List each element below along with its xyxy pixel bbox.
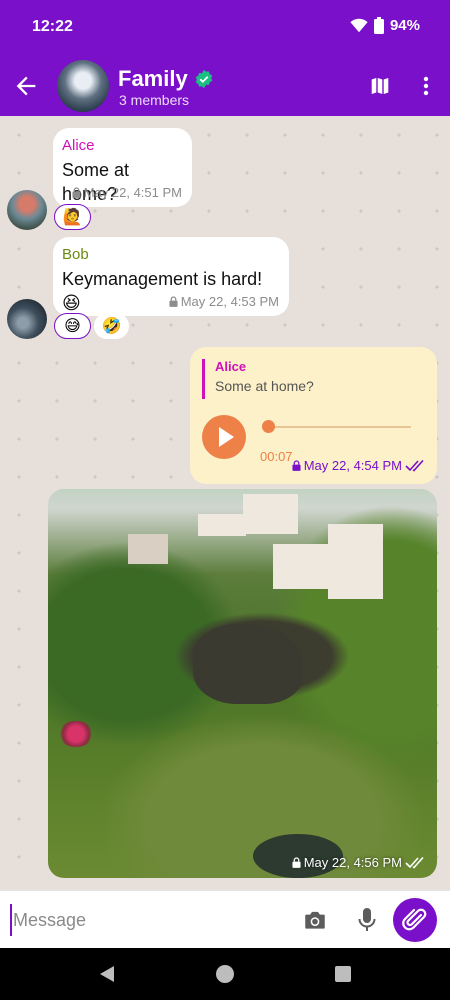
back-arrow-icon[interactable] bbox=[12, 72, 40, 100]
audio-play-button[interactable] bbox=[202, 415, 246, 459]
wifi-icon bbox=[350, 18, 368, 33]
message-image[interactable]: May 22, 4:56 PM bbox=[48, 489, 437, 878]
quoted-message[interactable]: Alice Some at home? bbox=[202, 359, 314, 399]
battery-icon bbox=[373, 17, 384, 34]
group-avatar[interactable] bbox=[57, 60, 109, 112]
message-meta: May 22, 4:56 PM bbox=[292, 855, 427, 870]
message-meta: May 22, 4:51 PM bbox=[72, 185, 182, 200]
nav-recents-icon[interactable] bbox=[333, 964, 353, 984]
message-time: May 22, 4:56 PM bbox=[303, 855, 402, 870]
photo-flowers bbox=[58, 721, 94, 747]
chat-title[interactable]: Family bbox=[118, 66, 214, 92]
camera-icon[interactable] bbox=[302, 907, 328, 933]
avatar-alice[interactable] bbox=[7, 190, 47, 230]
map-icon[interactable] bbox=[368, 74, 392, 98]
photo-house bbox=[198, 514, 246, 536]
message-time: May 22, 4:54 PM bbox=[303, 458, 402, 473]
photo-house bbox=[128, 534, 168, 564]
reaction-emoji: 😅 bbox=[64, 318, 81, 335]
play-icon bbox=[219, 427, 234, 447]
lock-icon bbox=[169, 296, 178, 307]
message-bubble-outgoing-audio[interactable]: Alice Some at home? 00:07 May 22, 4:54 P… bbox=[190, 347, 437, 484]
lock-icon bbox=[292, 460, 301, 471]
photo-hedge bbox=[193, 624, 303, 704]
chat-header: Family 3 members bbox=[0, 54, 450, 116]
system-navigation-bar bbox=[0, 948, 450, 1000]
status-time: 12:22 bbox=[32, 18, 73, 35]
message-bubble-bob[interactable]: Bob Keymanagement is hard! 😆 May 22, 4:5… bbox=[53, 237, 289, 316]
reaction-chip[interactable]: 🙋 bbox=[54, 204, 91, 230]
mic-icon[interactable] bbox=[355, 907, 379, 933]
message-time: May 22, 4:51 PM bbox=[83, 185, 182, 200]
quoted-text: Some at home? bbox=[215, 378, 314, 394]
more-vert-icon[interactable] bbox=[414, 74, 438, 98]
message-time: May 22, 4:53 PM bbox=[180, 294, 279, 309]
reaction-chip[interactable]: 🤣 bbox=[94, 313, 129, 339]
message-composer: Message bbox=[0, 890, 450, 948]
audio-duration: 00:07 bbox=[260, 449, 293, 464]
nav-home-icon[interactable] bbox=[215, 964, 235, 984]
message-sender: Alice bbox=[62, 137, 95, 154]
chat-subtitle: 3 members bbox=[119, 92, 190, 108]
battery-level: 94% bbox=[389, 17, 420, 34]
nav-back-icon[interactable] bbox=[97, 964, 117, 984]
double-check-icon bbox=[405, 856, 424, 868]
attach-button[interactable] bbox=[393, 898, 437, 942]
status-bar: 12:22 94% bbox=[0, 0, 450, 54]
avatar-bob[interactable] bbox=[7, 299, 47, 339]
attach-icon bbox=[402, 908, 427, 931]
audio-seek-handle[interactable] bbox=[262, 420, 275, 433]
reaction-emoji: 🙋 bbox=[62, 209, 83, 226]
message-list[interactable]: Alice Some at home? May 22, 4:51 PM 🙋 Bo… bbox=[0, 116, 450, 890]
message-bubble-alice[interactable]: Alice Some at home? May 22, 4:51 PM bbox=[53, 128, 192, 207]
message-input[interactable]: Message bbox=[10, 904, 280, 936]
chat-title-text: Family bbox=[118, 66, 188, 91]
verified-badge-icon bbox=[195, 69, 212, 89]
message-meta: May 22, 4:54 PM bbox=[292, 458, 427, 473]
reaction-chip[interactable]: 😅 bbox=[54, 313, 91, 339]
message-meta: May 22, 4:53 PM bbox=[169, 294, 279, 309]
audio-seekbar[interactable] bbox=[264, 426, 411, 428]
double-check-icon bbox=[405, 459, 424, 471]
message-sender: Bob bbox=[62, 246, 89, 263]
photo-house bbox=[273, 544, 333, 589]
lock-icon bbox=[292, 857, 301, 868]
lock-icon bbox=[72, 187, 81, 198]
photo-house bbox=[328, 524, 383, 599]
photo-house bbox=[243, 494, 298, 534]
quoted-sender: Alice bbox=[215, 359, 247, 374]
reaction-emoji: 🤣 bbox=[101, 318, 122, 335]
status-icons: 94% bbox=[350, 17, 420, 34]
